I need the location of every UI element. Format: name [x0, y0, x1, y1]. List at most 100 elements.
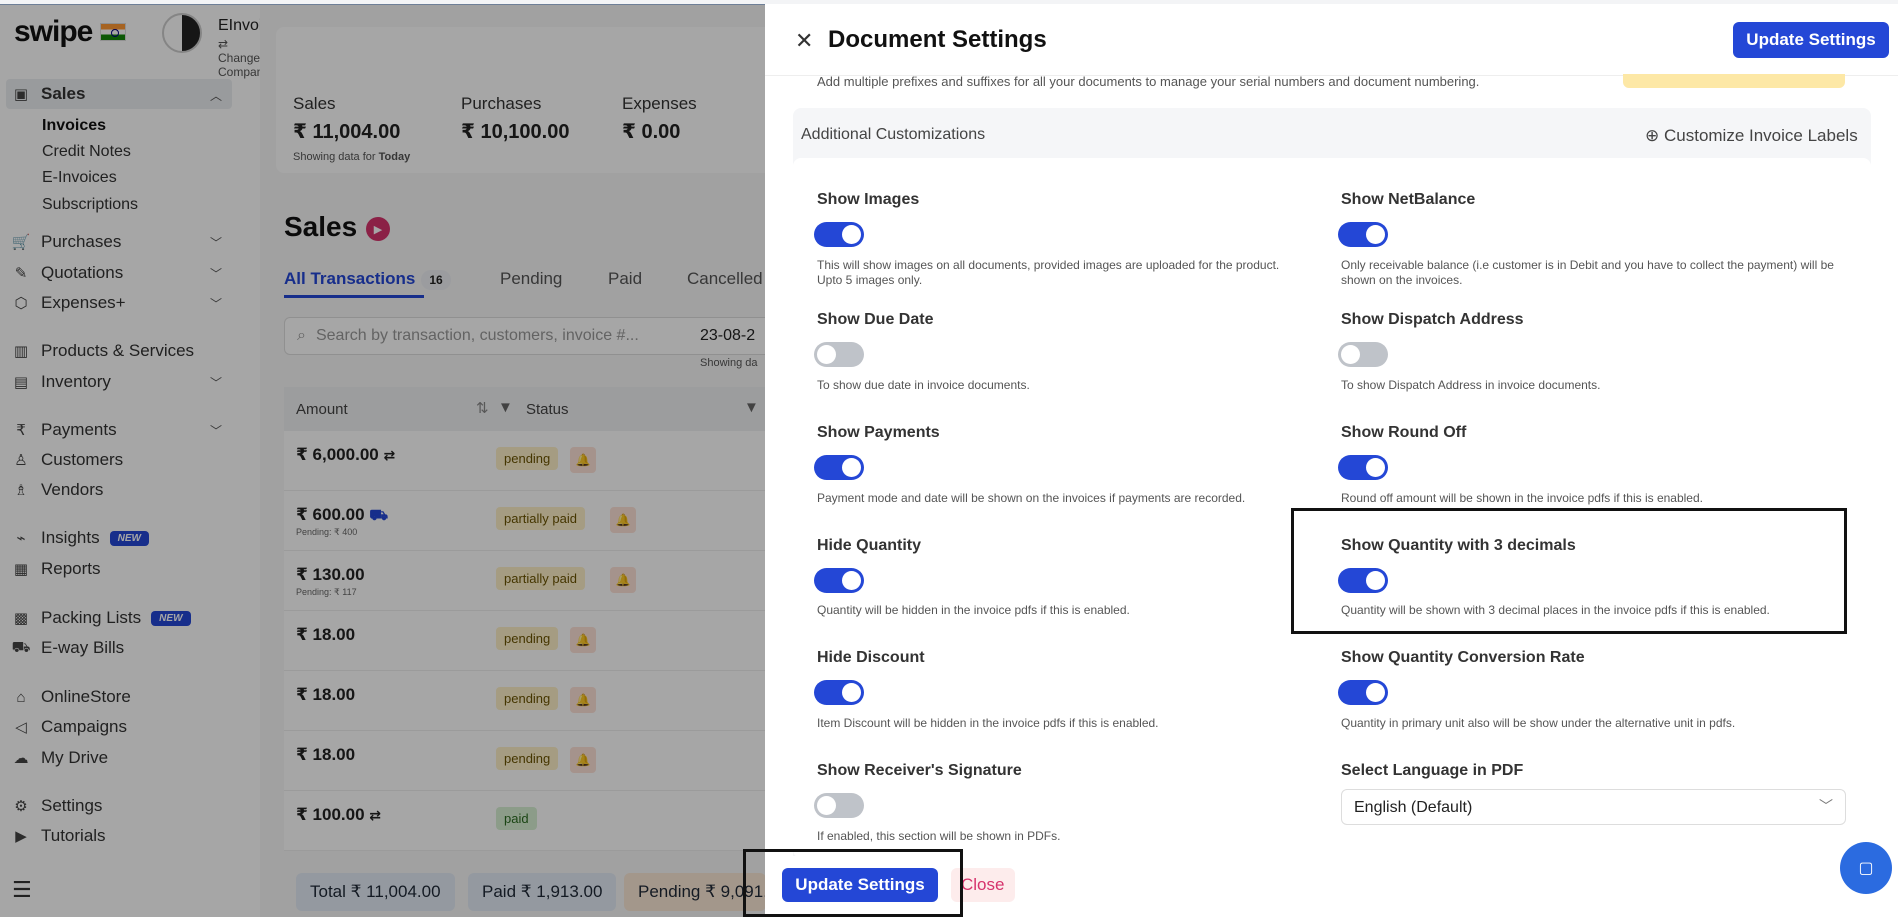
sidebar-sub-subscriptions[interactable]: Subscriptions: [42, 196, 138, 214]
tab-cancelled[interactable]: Cancelled: [687, 269, 763, 289]
sidebar-item-insights[interactable]: ⌁ Insights NEW: [12, 525, 149, 551]
close-icon[interactable]: ✕: [795, 28, 813, 54]
setting-title: Show Dispatch Address: [1341, 311, 1524, 328]
bell-icon[interactable]: 🔔: [570, 447, 596, 473]
setting-desc: This will show images on all documents, …: [817, 258, 1280, 287]
search-input[interactable]: ⌕ Search by transaction, customers, invoi…: [284, 317, 704, 355]
sort-icon[interactable]: ⇅: [476, 399, 489, 417]
setting-title: Show Due Date: [817, 311, 934, 328]
table-row[interactable]: ₹ 600.00 ⛟ Pending: ₹ 400 partially paid 🔔: [284, 491, 784, 551]
tab-all-transactions[interactable]: All Transactions 16: [284, 269, 451, 290]
filter-icon[interactable]: ▼: [498, 399, 513, 416]
sidebar-item-inventory[interactable]: ▤ Inventory: [12, 369, 111, 395]
sidebar-item-quotations[interactable]: ✎ Quotations: [12, 260, 124, 286]
show-payments-toggle[interactable]: [814, 455, 864, 480]
table-row[interactable]: ₹ 6,000.00 ⇄ pending 🔔: [284, 431, 784, 491]
showing-data-text: Showing data for Today: [293, 151, 411, 163]
sidebar-item-expenses[interactable]: ⬡ Expenses+: [12, 290, 125, 316]
customize-invoice-labels-link[interactable]: ⊕ Customize Invoice Labels: [1645, 126, 1858, 146]
stat-expenses-value: ₹ 0.00: [622, 121, 681, 143]
stat-sales-label: Sales: [293, 94, 336, 113]
table-row[interactable]: ₹ 100.00 ⇄ paid: [284, 791, 784, 851]
company-avatar[interactable]: [162, 13, 202, 53]
chevron-down-icon[interactable]: ﹀: [210, 374, 222, 391]
sidebar-item-onlinestore[interactable]: ⌂ OnlineStore: [12, 684, 130, 710]
sidebar-item-payments[interactable]: ₹ Payments: [12, 417, 116, 443]
sidebar-item-purchases[interactable]: 🛒 Purchases: [11, 229, 122, 255]
row-amount: ₹ 18.00: [296, 625, 356, 644]
setting-desc: If enabled, this section will be shown i…: [817, 829, 1061, 843]
show-due-date-toggle[interactable]: [814, 342, 864, 367]
sidebar-item-reports[interactable]: ▦ Reports: [12, 556, 101, 582]
pending-amount: Pending: ₹ 400: [296, 527, 358, 537]
sidebar-sub-credit-notes[interactable]: Credit Notes: [42, 143, 131, 161]
table-row[interactable]: ₹ 18.00 pending 🔔: [284, 671, 784, 731]
chevron-down-icon[interactable]: ﹀: [210, 295, 222, 312]
tab-underline: [284, 295, 424, 298]
sidebar-item-settings[interactable]: ⚙ Settings: [12, 793, 102, 819]
show-receiver-signature-toggle[interactable]: [814, 793, 864, 818]
sidebar-item-eway-bills[interactable]: ⛟ E-way Bills: [11, 635, 125, 661]
row-amount: ₹ 100.00 ⇄: [296, 805, 382, 824]
menu-icon[interactable]: ☰: [12, 877, 32, 903]
tab-pending[interactable]: Pending: [500, 269, 562, 289]
col-status[interactable]: Status: [526, 401, 569, 418]
bell-icon[interactable]: 🔔: [570, 627, 596, 653]
prefix-action-button[interactable]: [1623, 74, 1845, 88]
bell-icon[interactable]: 🔔: [570, 747, 596, 773]
chat-widget-icon[interactable]: ▢: [1840, 842, 1892, 894]
language-select[interactable]: English (Default) ﹀: [1341, 789, 1846, 825]
sidebar-item-tutorials[interactable]: ▶ Tutorials: [12, 823, 105, 849]
rupee-icon: ₹: [16, 422, 26, 439]
barcode-icon: ▥: [13, 343, 29, 360]
table-row[interactable]: ₹ 18.00 pending 🔔: [284, 611, 784, 671]
sidebar-item-campaigns[interactable]: ◁ Campaigns: [12, 714, 127, 740]
prefix-description: Add multiple prefixes and suffixes for a…: [817, 74, 1480, 89]
table-header: Amount ⇅ ▼ Status ▼ Mo: [284, 387, 789, 431]
bell-icon[interactable]: 🔔: [570, 687, 596, 713]
show-round-off-toggle[interactable]: [1338, 455, 1388, 480]
stat-purchases-label: Purchases: [461, 94, 542, 113]
brand-logo[interactable]: swipe: [14, 15, 127, 49]
filter-icon[interactable]: ▼: [744, 399, 759, 416]
truck-icon: ⛟: [369, 507, 389, 524]
sidebar-item-vendors[interactable]: ♗ Vendors: [12, 477, 103, 503]
cart-icon: 🛒: [11, 234, 31, 251]
show-dispatch-address-toggle[interactable]: [1338, 342, 1388, 367]
new-badge: NEW: [109, 530, 149, 546]
sidebar-item-products[interactable]: ▥ Products & Services: [12, 338, 194, 364]
show-quantity-conversion-toggle[interactable]: [1338, 680, 1388, 705]
sidebar-item-my-drive[interactable]: ☁ My Drive: [12, 745, 109, 771]
chevron-down-icon[interactable]: ﹀: [210, 265, 222, 282]
setting-desc: Round off amount will be shown in the in…: [1341, 491, 1703, 505]
sidebar-item-packing-lists[interactable]: ▩ Packing Lists NEW: [12, 605, 191, 631]
stat-purchases-value: ₹ 10,100.00: [461, 121, 570, 143]
chevron-down-icon[interactable]: ﹀: [210, 422, 222, 439]
india-flag-icon: [100, 23, 127, 41]
play-video-icon[interactable]: ▶: [366, 217, 390, 241]
show-images-toggle[interactable]: [814, 222, 864, 247]
sidebar-sub-e-invoices[interactable]: E-Invoices: [42, 169, 117, 187]
tab-paid[interactable]: Paid: [608, 269, 642, 289]
sidebar-item-sales[interactable]: ▣ Sales: [12, 81, 86, 107]
chevron-down-icon[interactable]: ﹀: [210, 234, 222, 251]
table-row[interactable]: ₹ 130.00 Pending: ₹ 117 partially paid 🔔: [284, 551, 784, 611]
update-settings-button[interactable]: Update Settings: [1733, 22, 1889, 58]
truck-icon: ⛟: [11, 638, 31, 656]
status-badge: pending: [496, 747, 559, 770]
hide-quantity-toggle[interactable]: [814, 568, 864, 593]
sidebar-item-customers[interactable]: ♙ Customers: [12, 447, 123, 473]
chevron-up-icon[interactable]: ︿: [210, 87, 222, 104]
table-row[interactable]: ₹ 18.00 pending 🔔: [284, 731, 784, 791]
report-icon: ▦: [13, 561, 29, 578]
date-range-input[interactable]: 23-08-2: [690, 317, 770, 355]
setting-title: Hide Quantity: [817, 537, 922, 554]
hide-discount-toggle[interactable]: [814, 680, 864, 705]
drawer-header: ✕ Document Settings Update Settings: [765, 4, 1898, 76]
repeat-icon: ⇄: [383, 447, 396, 463]
bell-icon[interactable]: 🔔: [610, 567, 636, 593]
sidebar-sub-invoices[interactable]: Invoices: [42, 117, 106, 135]
show-netbalance-toggle[interactable]: [1338, 222, 1388, 247]
bell-icon[interactable]: 🔔: [610, 507, 636, 533]
col-amount[interactable]: Amount: [296, 401, 348, 418]
